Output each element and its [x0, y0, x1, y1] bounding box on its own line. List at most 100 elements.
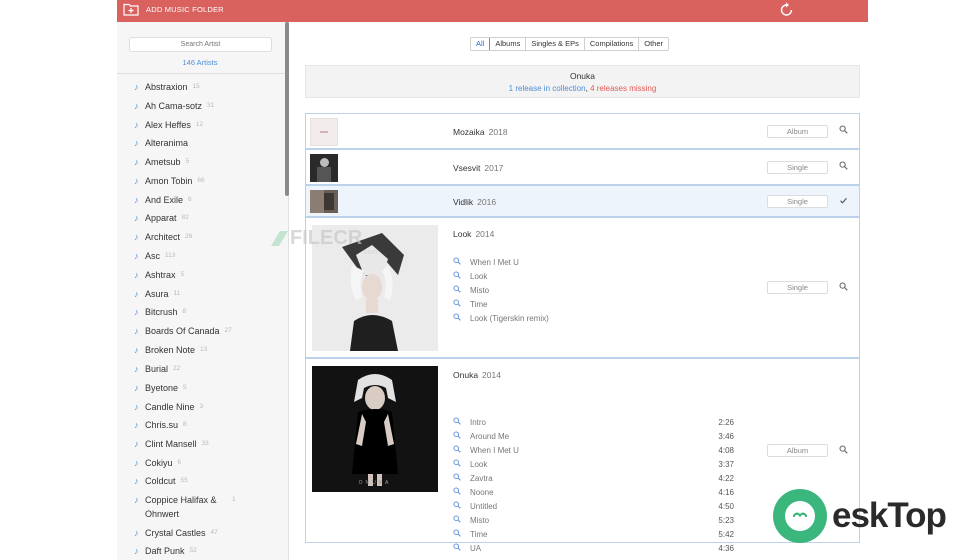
artist-list-item[interactable]: ♪ Alteranima [134, 136, 193, 150]
music-note-icon: ♪ [134, 232, 139, 242]
artist-list-item[interactable]: ♪ Ashtrax 5 [134, 268, 184, 282]
release-type-button[interactable]: Album [767, 125, 828, 138]
search-icon[interactable] [453, 444, 470, 458]
search-icon[interactable] [453, 284, 470, 298]
release-type-button[interactable]: Single [767, 195, 828, 208]
search-icon[interactable] [453, 486, 470, 500]
search-icon[interactable] [453, 528, 470, 542]
music-note-icon: ♪ [134, 345, 139, 355]
release-row[interactable]: Mozaika 2018 Album [305, 113, 860, 149]
track-row[interactable]: Around Me [453, 430, 509, 444]
artist-track-count: 55 [180, 477, 188, 484]
track-row[interactable]: Untitled [453, 500, 497, 514]
search-icon[interactable] [453, 298, 470, 312]
release-type-button[interactable]: Single [767, 161, 828, 174]
track-row[interactable]: Noone [453, 486, 494, 500]
cover-title: ONUKA [358, 480, 392, 486]
add-music-folder-button[interactable]: ADD MUSIC FOLDER [123, 3, 224, 16]
track-row[interactable]: Time [453, 298, 487, 312]
artist-list-item[interactable]: ♪ Alex Heffes 12 [134, 118, 203, 132]
artist-track-count: 6 [177, 459, 182, 466]
release-name: Mozaika [453, 127, 485, 137]
track-name: Intro [470, 418, 487, 427]
search-icon[interactable] [453, 312, 470, 326]
search-icon[interactable] [453, 430, 470, 444]
artist-list-item[interactable]: ♪ Coppice Halifax & Ohnwert 1 [134, 493, 254, 521]
search-icon[interactable] [453, 514, 470, 528]
artist-list-item[interactable]: ♪ And Exile 6 [134, 193, 192, 207]
checkmark-icon[interactable] [839, 196, 848, 207]
release-row[interactable]: Vidlik 2016 Single [305, 185, 860, 217]
search-icon[interactable] [839, 445, 848, 456]
artist-list-item[interactable]: ♪ Chris.su 8 [134, 418, 187, 432]
in-collection-link[interactable]: 1 release in collection [509, 84, 586, 93]
search-icon[interactable] [453, 256, 470, 270]
track-row[interactable]: Misto [453, 284, 489, 298]
search-icon[interactable] [839, 161, 848, 172]
refresh-icon [780, 2, 793, 16]
artist-list-item[interactable]: ♪ Ah Cama-sotz 31 [134, 99, 214, 113]
artist-list-item[interactable]: ♪ Daft Punk 52 [134, 544, 197, 558]
release-row[interactable]: Vsesvit 2017 Single [305, 149, 860, 185]
search-icon[interactable] [453, 458, 470, 472]
tab-singles-eps[interactable]: Singles & EPs [526, 38, 585, 50]
search-icon[interactable] [453, 542, 470, 556]
artist-list-item[interactable]: ♪ Boards Of Canada 27 [134, 324, 232, 338]
track-row[interactable]: Time [453, 528, 487, 542]
track-row[interactable]: Misto [453, 514, 489, 528]
artist-list-item[interactable]: ♪ Candle Nine 3 [134, 400, 203, 414]
release-type-button[interactable]: Album [767, 444, 828, 457]
artist-name: Ametsub [145, 157, 181, 167]
artist-name: Chris.su [145, 420, 179, 430]
tab-albums[interactable]: Albums [490, 38, 527, 50]
missing-link[interactable]: 4 releases missing [590, 84, 656, 93]
release-type-button[interactable]: Single [767, 281, 828, 294]
artist-list-item[interactable]: ♪ Bitcrush 8 [134, 305, 186, 319]
app-window: ADD MUSIC FOLDER 146 Artists ♪ Abstraxion… [117, 0, 868, 560]
track-row[interactable]: When I Met U [453, 444, 519, 458]
artist-list-item[interactable]: ♪ Coldcut 55 [134, 474, 188, 488]
artist-list-item[interactable]: ♪ Ametsub 5 [134, 155, 189, 169]
artist-list-item[interactable]: ♪ Byetone 5 [134, 381, 187, 395]
artist-list-item[interactable]: ♪ Cokiyu 6 [134, 456, 181, 470]
track-row[interactable]: Intro [453, 416, 486, 430]
track-row[interactable]: When I Met U [453, 256, 519, 270]
artist-list-item[interactable]: ♪ Broken Note 13 [134, 343, 207, 357]
search-icon[interactable] [453, 416, 470, 430]
search-icon[interactable] [839, 282, 848, 293]
artist-track-count: 5 [180, 271, 185, 278]
artist-list-item[interactable]: ♪ Clint Mansell 33 [134, 437, 209, 451]
artist-list-item[interactable]: ♪ Amon Tobin 66 [134, 174, 205, 188]
search-icon[interactable] [839, 125, 848, 136]
refresh-button[interactable] [779, 2, 794, 23]
music-note-icon: ♪ [134, 546, 139, 556]
release-row[interactable]: Look 2014 Single When I Met U Look Misto Tim… [305, 217, 860, 358]
track-row[interactable]: Look (Tigerskin remix) [453, 312, 549, 326]
search-icon[interactable] [453, 500, 470, 514]
artist-track-count: 31 [207, 102, 215, 109]
artist-search-input[interactable] [129, 37, 272, 52]
release-title: Vsesvit 2017 [453, 163, 503, 173]
search-icon[interactable] [453, 472, 470, 486]
tab-other[interactable]: Other [639, 38, 668, 50]
collection-status: 1 release in collection, 4 releases miss… [508, 84, 657, 93]
artist-name: Onuka [569, 71, 596, 81]
track-row[interactable]: UA [453, 542, 481, 556]
track-duration: 2:26 [718, 418, 734, 427]
main-panel: All Albums Singles & EPs Compilations Ot… [305, 22, 868, 560]
artist-list-item[interactable]: ♪ Abstraxion 15 [134, 80, 200, 94]
tab-compilations[interactable]: Compilations [585, 38, 640, 50]
track-row[interactable]: Look [453, 458, 487, 472]
track-row[interactable]: Zavtra [453, 472, 493, 486]
search-icon[interactable] [453, 270, 470, 284]
artist-list-item[interactable]: ♪ Asura 11 [134, 287, 180, 301]
tab-all[interactable]: All [471, 38, 491, 50]
artist-list-item[interactable]: ♪ Architect 26 [134, 230, 192, 244]
artist-list-item[interactable]: ♪ Asc 113 [134, 249, 175, 263]
artist-list-item[interactable]: ♪ Burial 22 [134, 362, 180, 376]
artist-list-item[interactable]: ♪ Apparat 82 [134, 211, 189, 225]
track-row[interactable]: Look [453, 270, 487, 284]
music-note-icon: ♪ [134, 326, 139, 336]
artist-list-item[interactable]: ♪ Crystal Castles 47 [134, 526, 218, 540]
sidebar-scrollbar[interactable] [285, 22, 289, 196]
